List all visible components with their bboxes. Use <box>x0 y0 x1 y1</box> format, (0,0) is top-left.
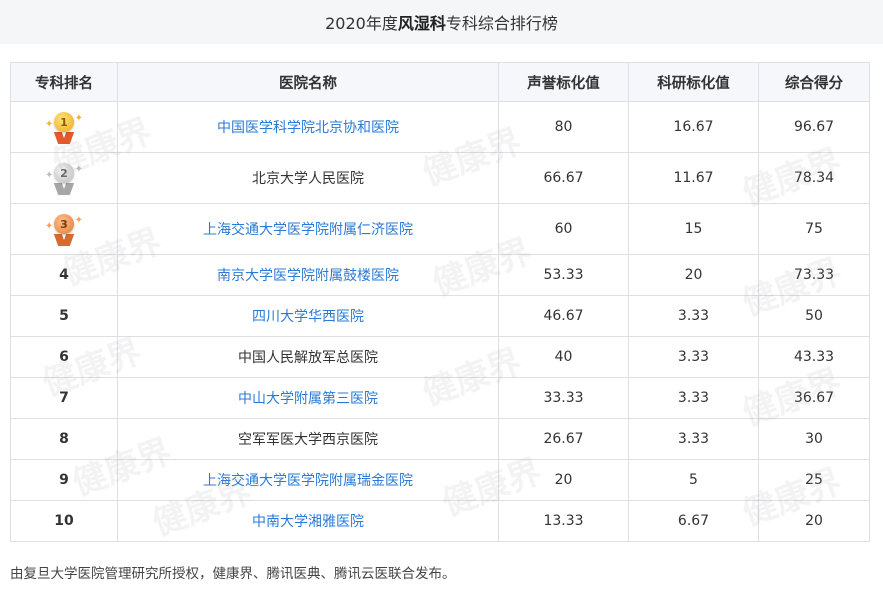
reputation-value: 46.67 <box>498 295 629 337</box>
rank-cell: 7 <box>10 377 118 419</box>
table-row: 7 中山大学附属第三医院 33.33 3.33 36.67 <box>10 377 870 419</box>
total-score: 25 <box>758 459 870 501</box>
research-value: 11.67 <box>628 152 759 204</box>
research-value: 6.67 <box>628 500 759 542</box>
research-value: 3.33 <box>628 418 759 460</box>
header-reputation: 声誉标化值 <box>498 62 629 102</box>
research-value: 3.33 <box>628 295 759 337</box>
reputation-value: 40 <box>498 336 629 378</box>
ranking-table-container: 专科排名 医院名称 声誉标化值 科研标化值 综合得分 ✦ ✦ 1 中国医学科学院北京协… <box>10 62 870 542</box>
total-score: 96.67 <box>758 101 870 153</box>
rank-cell: 10 <box>10 500 118 542</box>
total-score: 78.34 <box>758 152 870 204</box>
hospital-link[interactable]: 中南大学湘雅医院 <box>117 500 499 542</box>
research-value: 20 <box>628 254 759 296</box>
table-row: 6 中国人民解放军总医院 40 3.33 43.33 <box>10 336 870 378</box>
reputation-value: 26.67 <box>498 418 629 460</box>
table-row: 10 中南大学湘雅医院 13.33 6.67 20 <box>10 500 870 542</box>
hospital-link[interactable]: 四川大学华西医院 <box>117 295 499 337</box>
hospital-name: 北京大学人民医院 <box>117 152 499 204</box>
total-score: 30 <box>758 418 870 460</box>
table-row: ✦ ✦ 2 北京大学人民医院 66.67 11.67 78.34 <box>10 152 870 204</box>
hospital-name: 中国人民解放军总医院 <box>117 336 499 378</box>
total-score: 36.67 <box>758 377 870 419</box>
total-score: 50 <box>758 295 870 337</box>
total-score: 20 <box>758 500 870 542</box>
page-title: 2020年度 风湿科 专科综合排行榜 <box>0 0 883 44</box>
title-suffix: 专科综合排行榜 <box>445 14 558 33</box>
reputation-value: 66.67 <box>498 152 629 204</box>
header-research: 科研标化值 <box>628 62 759 102</box>
total-score: 73.33 <box>758 254 870 296</box>
reputation-value: 33.33 <box>498 377 629 419</box>
title-prefix: 2020年度 <box>325 14 398 33</box>
reputation-value: 53.33 <box>498 254 629 296</box>
research-value: 3.33 <box>628 336 759 378</box>
header-score: 综合得分 <box>758 62 870 102</box>
rank-cell: 5 <box>10 295 118 337</box>
rank-cell: 6 <box>10 336 118 378</box>
table-row: 5 四川大学华西医院 46.67 3.33 50 <box>10 295 870 337</box>
table-header-row: 专科排名 医院名称 声誉标化值 科研标化值 综合得分 <box>10 62 870 102</box>
table-row: 4 南京大学医学院附属鼓楼医院 53.33 20 73.33 <box>10 254 870 296</box>
total-score: 43.33 <box>758 336 870 378</box>
title-specialty: 风湿科 <box>397 14 446 33</box>
research-value: 3.33 <box>628 377 759 419</box>
rank-cell: ✦ ✦ 1 <box>10 101 118 153</box>
bronze-medal-icon: ✦ ✦ 3 <box>44 212 84 246</box>
header-rank: 专科排名 <box>10 62 118 102</box>
research-value: 15 <box>628 203 759 255</box>
table-row: 8 空军军医大学西京医院 26.67 3.33 30 <box>10 418 870 460</box>
hospital-link[interactable]: 上海交通大学医学院附属瑞金医院 <box>117 459 499 501</box>
rank-cell: ✦ ✦ 3 <box>10 203 118 255</box>
footer-note: 由复旦大学医院管理研究所授权，健康界、腾讯医典、腾讯云医联合发布。 <box>10 566 456 582</box>
hospital-name: 空军军医大学西京医院 <box>117 418 499 460</box>
rank-cell: 8 <box>10 418 118 460</box>
reputation-value: 13.33 <box>498 500 629 542</box>
rank-cell: 9 <box>10 459 118 501</box>
research-value: 16.67 <box>628 101 759 153</box>
hospital-link[interactable]: 中国医学科学院北京协和医院 <box>117 101 499 153</box>
hospital-link[interactable]: 中山大学附属第三医院 <box>117 377 499 419</box>
research-value: 5 <box>628 459 759 501</box>
table-row: 9 上海交通大学医学院附属瑞金医院 20 5 25 <box>10 459 870 501</box>
table-row: ✦ ✦ 3 上海交通大学医学院附属仁济医院 60 15 75 <box>10 203 870 255</box>
reputation-value: 80 <box>498 101 629 153</box>
reputation-value: 20 <box>498 459 629 501</box>
ranking-table: 专科排名 医院名称 声誉标化值 科研标化值 综合得分 ✦ ✦ 1 中国医学科学院北京协… <box>10 62 870 542</box>
gold-medal-icon: ✦ ✦ 1 <box>44 110 84 144</box>
table-body: ✦ ✦ 1 中国医学科学院北京协和医院 80 16.67 96.67 ✦ ✦ 2 北京大学人民医院 6… <box>10 101 870 542</box>
table-row: ✦ ✦ 1 中国医学科学院北京协和医院 80 16.67 96.67 <box>10 101 870 153</box>
rank-cell: ✦ ✦ 2 <box>10 152 118 204</box>
header-hospital: 医院名称 <box>117 62 499 102</box>
silver-medal-icon: ✦ ✦ 2 <box>44 161 84 195</box>
total-score: 75 <box>758 203 870 255</box>
hospital-link[interactable]: 南京大学医学院附属鼓楼医院 <box>117 254 499 296</box>
rank-cell: 4 <box>10 254 118 296</box>
reputation-value: 60 <box>498 203 629 255</box>
hospital-link[interactable]: 上海交通大学医学院附属仁济医院 <box>117 203 499 255</box>
